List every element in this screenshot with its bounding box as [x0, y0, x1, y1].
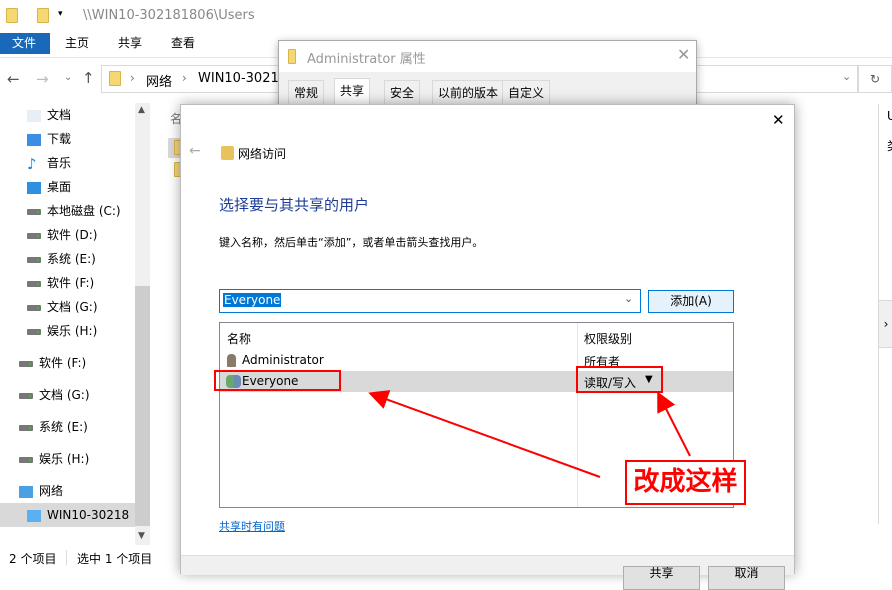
annotation-arrows	[368, 390, 691, 478]
annotation-arrow-right	[657, 391, 691, 457]
annotation-label: 改成这样	[625, 460, 746, 505]
annotation-arrow-left	[368, 390, 601, 478]
